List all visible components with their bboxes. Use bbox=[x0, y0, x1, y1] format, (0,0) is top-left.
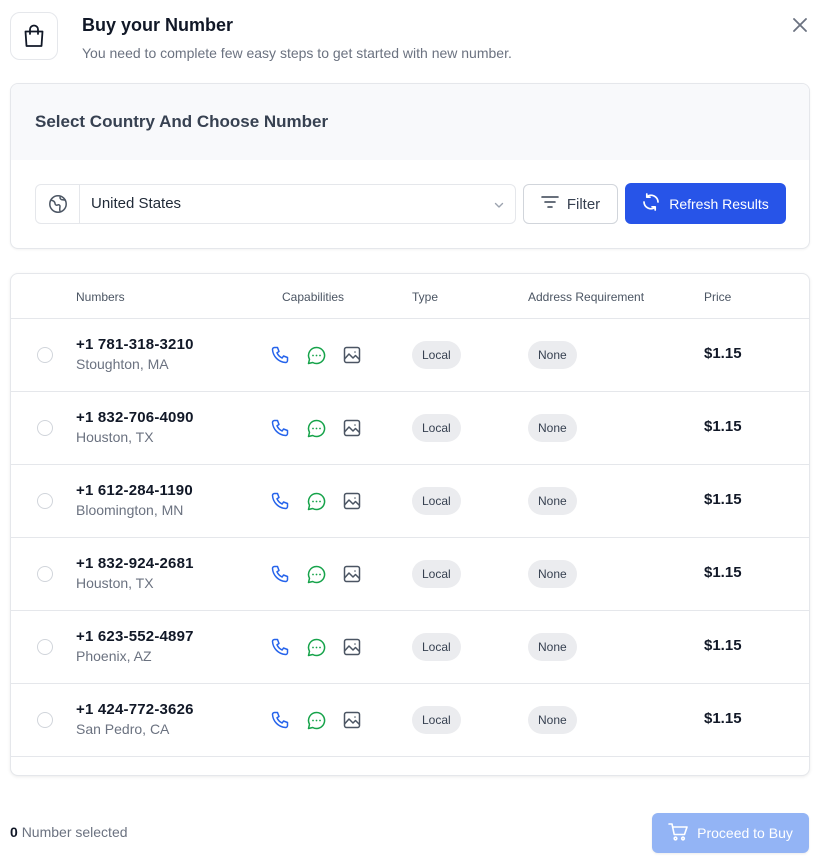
number-price: $1.15 bbox=[704, 710, 742, 727]
number-price: $1.15 bbox=[704, 345, 742, 362]
selected-count-value: 0 bbox=[10, 824, 18, 840]
row-select-radio[interactable] bbox=[37, 493, 53, 509]
row-select-radio[interactable] bbox=[37, 712, 53, 728]
type-badge: Local bbox=[412, 414, 461, 442]
number-location: Houston, TX bbox=[76, 575, 154, 591]
phone-number: +1 832-706-4090 bbox=[76, 409, 194, 426]
mms-icon bbox=[342, 418, 362, 438]
mms-icon bbox=[342, 710, 362, 730]
address-badge: None bbox=[528, 341, 577, 369]
mms-icon bbox=[342, 345, 362, 365]
address-badge: None bbox=[528, 487, 577, 515]
table-row[interactable]: +1 623-552-4897 Phoenix, AZ Local None $1.15 bbox=[11, 611, 809, 684]
mms-icon bbox=[342, 564, 362, 584]
shopping-bag-icon bbox=[10, 12, 58, 60]
sms-icon bbox=[306, 637, 326, 657]
table-row[interactable]: +1 424-772-3626 San Pedro, CA Local None $1.… bbox=[11, 684, 809, 757]
address-badge: None bbox=[528, 560, 577, 588]
type-badge: Local bbox=[412, 633, 461, 661]
country-selection-card: Select Country And Choose Number United … bbox=[10, 83, 810, 249]
selection-card-header: Select Country And Choose Number bbox=[11, 84, 809, 160]
close-icon[interactable] bbox=[791, 16, 809, 34]
country-select[interactable]: United States bbox=[35, 184, 516, 224]
row-select-radio[interactable] bbox=[37, 420, 53, 436]
column-capabilities: Capabilities bbox=[282, 290, 345, 304]
refresh-results-button[interactable]: Refresh Results bbox=[625, 183, 786, 224]
table-row[interactable]: +1 832-924-2681 Houston, TX Local None $1.15 bbox=[11, 538, 809, 611]
address-badge: None bbox=[528, 633, 577, 661]
address-badge: None bbox=[528, 706, 577, 734]
proceed-label: Proceed to Buy bbox=[697, 825, 793, 841]
modal-header: Buy your Number You need to complete few… bbox=[10, 12, 810, 62]
phone-icon bbox=[270, 637, 290, 657]
column-price: Price bbox=[704, 290, 732, 304]
chevron-down-icon bbox=[493, 198, 505, 216]
phone-icon bbox=[270, 345, 290, 365]
row-select-radio[interactable] bbox=[37, 639, 53, 655]
sms-icon bbox=[306, 491, 326, 511]
number-price: $1.15 bbox=[704, 491, 742, 508]
column-numbers: Numbers bbox=[76, 290, 125, 304]
phone-number: +1 781-318-3210 bbox=[76, 336, 194, 353]
phone-icon bbox=[270, 710, 290, 730]
filter-icon bbox=[541, 195, 559, 213]
type-badge: Local bbox=[412, 706, 461, 734]
refresh-icon bbox=[642, 193, 660, 214]
refresh-label: Refresh Results bbox=[669, 195, 769, 212]
mms-icon bbox=[342, 637, 362, 657]
number-price: $1.15 bbox=[704, 637, 742, 654]
cart-icon bbox=[668, 822, 688, 844]
country-value: United States bbox=[91, 195, 182, 212]
number-location: Houston, TX bbox=[76, 429, 154, 445]
filter-button[interactable]: Filter bbox=[523, 184, 618, 224]
phone-icon bbox=[270, 564, 290, 584]
type-badge: Local bbox=[412, 560, 461, 588]
phone-number: +1 832-924-2681 bbox=[76, 555, 194, 572]
sms-icon bbox=[306, 564, 326, 584]
table-row[interactable]: +1 612-284-1190 Bloomington, MN Local None $… bbox=[11, 465, 809, 538]
number-price: $1.15 bbox=[704, 418, 742, 435]
table-row[interactable]: +1 781-318-3210 Stoughton, MA Local None $1.… bbox=[11, 319, 809, 392]
numbers-table: Numbers Capabilities Type Address Requir… bbox=[10, 273, 810, 776]
modal-subtitle: You need to complete few easy steps to g… bbox=[82, 45, 512, 61]
selection-heading: Select Country And Choose Number bbox=[35, 112, 329, 131]
number-location: Bloomington, MN bbox=[76, 502, 184, 518]
selected-count: 0 Number selected bbox=[10, 824, 128, 840]
sms-icon bbox=[306, 710, 326, 730]
number-price: $1.15 bbox=[704, 564, 742, 581]
selected-count-label: Number selected bbox=[21, 824, 128, 840]
phone-icon bbox=[270, 418, 290, 438]
type-badge: Local bbox=[412, 341, 461, 369]
sms-icon bbox=[306, 418, 326, 438]
phone-number: +1 424-772-3626 bbox=[76, 701, 194, 718]
column-type: Type bbox=[412, 290, 439, 304]
column-address-requirement: Address Requirement bbox=[528, 290, 645, 304]
sms-icon bbox=[306, 345, 326, 365]
mms-icon bbox=[342, 491, 362, 511]
row-select-radio[interactable] bbox=[37, 566, 53, 582]
globe-icon bbox=[36, 185, 80, 223]
phone-number: +1 623-552-4897 bbox=[76, 628, 194, 645]
filter-label: Filter bbox=[566, 195, 601, 213]
phone-icon bbox=[270, 491, 290, 511]
number-location: San Pedro, CA bbox=[76, 721, 170, 737]
number-location: Phoenix, AZ bbox=[76, 648, 152, 664]
table-row[interactable]: +1 832-706-4090 Houston, TX Local None $1.15 bbox=[11, 392, 809, 465]
table-header: Numbers Capabilities Type Address Requir… bbox=[11, 274, 809, 319]
modal-title: Buy your Number bbox=[82, 15, 234, 35]
type-badge: Local bbox=[412, 487, 461, 515]
row-select-radio[interactable] bbox=[37, 347, 53, 363]
proceed-to-buy-button[interactable]: Proceed to Buy bbox=[652, 813, 809, 853]
number-location: Stoughton, MA bbox=[76, 356, 169, 372]
address-badge: None bbox=[528, 414, 577, 442]
phone-number: +1 612-284-1190 bbox=[76, 482, 193, 499]
